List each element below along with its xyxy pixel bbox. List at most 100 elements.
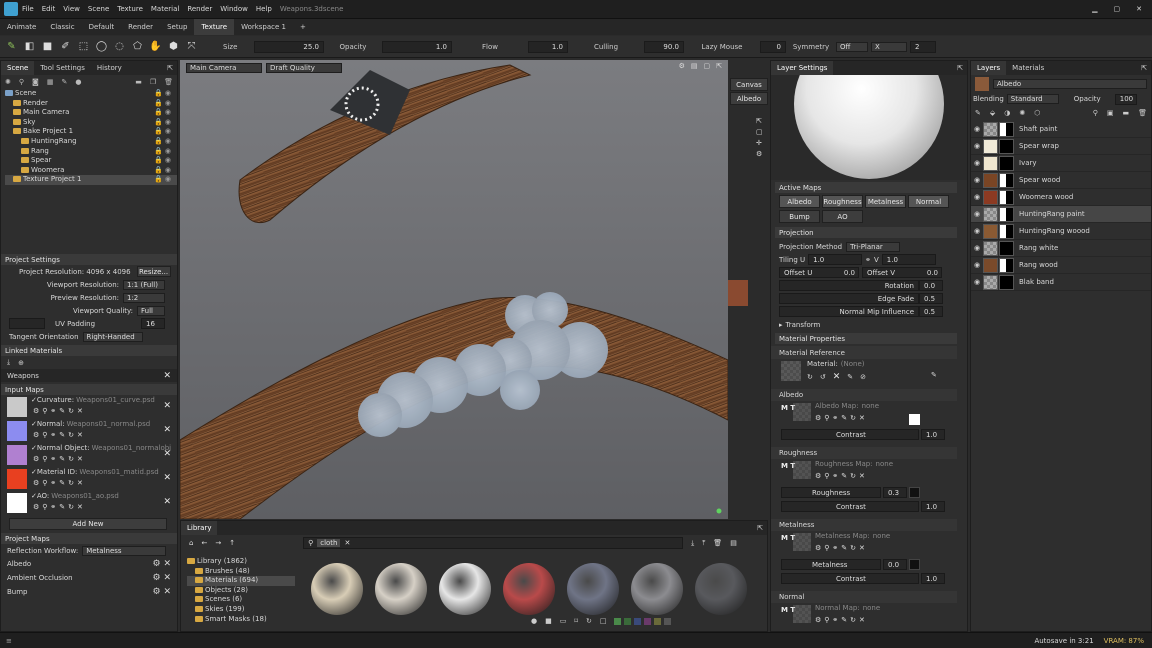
- workflow-dropdown[interactable]: Metalness: [82, 545, 167, 556]
- library-tree-item[interactable]: Objects (28): [187, 586, 295, 596]
- pan-hand-icon[interactable]: ✋: [148, 39, 163, 54]
- pin-icon[interactable]: ⚲: [19, 78, 24, 86]
- paint-brush-icon[interactable]: ✎: [4, 39, 19, 54]
- project-map-actions-icon[interactable]: ⚙ ✕: [153, 559, 171, 569]
- layer-mask-thumb[interactable]: [999, 257, 1014, 273]
- visibility-eye-icon[interactable]: ◉: [971, 142, 983, 150]
- input-map-actions[interactable]: ⚙⚲⚭✎↻✕: [33, 431, 86, 439]
- visibility-eye-icon[interactable]: ◉: [971, 193, 983, 201]
- clear-material-icon[interactable]: ✕: [833, 372, 841, 382]
- back-icon[interactable]: ←: [201, 539, 207, 547]
- adjust-layer-icon[interactable]: ◑: [1004, 109, 1010, 117]
- brush-layer-icon[interactable]: ✎: [975, 109, 981, 117]
- roughness-contrast-field[interactable]: 1.0: [921, 501, 945, 512]
- visibility-eye-icon[interactable]: 🔒 ◉: [154, 156, 171, 166]
- popout-library-icon[interactable]: ⇱: [757, 524, 763, 532]
- canvas-tab[interactable]: Canvas: [730, 78, 768, 91]
- library-tree-item[interactable]: Brushes (48): [187, 567, 295, 577]
- material-thumb[interactable]: [781, 361, 801, 381]
- filter-tag-icon[interactable]: ⌑: [574, 617, 578, 625]
- workspace-tab-render[interactable]: Render: [121, 19, 160, 35]
- map-bump-button[interactable]: Bump: [779, 210, 820, 223]
- rect-select-icon[interactable]: ⬚: [76, 39, 91, 54]
- albedo-contrast-field[interactable]: 1.0: [921, 429, 945, 440]
- filter-monitor-icon[interactable]: ▭: [560, 617, 567, 625]
- texture-preview-thumb[interactable]: [728, 280, 748, 306]
- light-icon[interactable]: ✺: [5, 78, 11, 86]
- popout-settings-icon[interactable]: ⇱: [957, 64, 963, 72]
- minimize-icon[interactable]: ▁: [1092, 5, 1097, 13]
- menu-material[interactable]: Material: [151, 5, 179, 13]
- albedo-tab[interactable]: Albedo: [730, 92, 768, 105]
- fill-icon[interactable]: ■: [40, 39, 55, 54]
- disable-icon[interactable]: ⊘: [860, 373, 866, 381]
- clear-search-icon[interactable]: ✕: [344, 539, 350, 547]
- popout-layers-icon[interactable]: ⇱: [1141, 64, 1147, 72]
- library-tab[interactable]: Library: [181, 521, 218, 535]
- library-material-item[interactable]: [439, 563, 491, 615]
- view-mode-icon[interactable]: ▤: [730, 539, 737, 547]
- sphere-icon[interactable]: ●: [75, 78, 81, 86]
- menu-texture[interactable]: Texture: [117, 5, 143, 13]
- delete-layer-icon[interactable]: 🗑: [1138, 109, 1147, 117]
- layer-mask-thumb[interactable]: [999, 206, 1014, 222]
- normal-map-actions[interactable]: ⚙⚲⚭✎↻✕: [815, 616, 868, 624]
- circle-select-icon[interactable]: ◯: [94, 39, 109, 54]
- layer-mask-thumb[interactable]: [999, 121, 1014, 137]
- home-icon[interactable]: ⌂: [189, 539, 193, 547]
- roughness-color-swatch[interactable]: [909, 487, 920, 498]
- visibility-eye-icon[interactable]: 🔒 ◉: [154, 108, 171, 118]
- link-icon[interactable]: ⤓: [7, 358, 10, 367]
- symmetry-count[interactable]: 2: [910, 40, 936, 53]
- map-normal-button[interactable]: Normal: [908, 195, 949, 208]
- menu-render[interactable]: Render: [187, 5, 212, 13]
- visibility-eye-icon[interactable]: 🔒 ◉: [154, 89, 171, 99]
- visibility-eye-icon[interactable]: 🔒 ◉: [154, 175, 171, 185]
- scene-tree-item[interactable]: Spear 🔒 ◉: [5, 156, 177, 166]
- workspace-tab-workspace-1[interactable]: Workspace 1: [234, 19, 293, 35]
- filter-layer-icon[interactable]: ✺: [1019, 109, 1025, 117]
- normal-map-thumb[interactable]: [793, 605, 811, 623]
- library-tree-item[interactable]: Scenes (6): [187, 595, 295, 605]
- viewport-quality-dropdown[interactable]: Full: [137, 305, 165, 316]
- maximize-icon[interactable]: ▢: [1114, 5, 1121, 13]
- symmetry-dropdown[interactable]: Off: [836, 41, 868, 52]
- layer-item[interactable]: ◉ Blak band: [971, 274, 1151, 291]
- input-map-actions[interactable]: ⚙⚲⚭✎↻✕: [33, 455, 86, 463]
- visibility-eye-icon[interactable]: 🔒 ◉: [154, 166, 171, 176]
- layer-mask-thumb[interactable]: [999, 155, 1014, 171]
- viewport[interactable]: Main Camera Draft Quality ⚙ ▤ ▢ ⇱: [180, 60, 728, 519]
- layer-mask-thumb[interactable]: [999, 189, 1014, 205]
- transform-icon[interactable]: ⤧: [184, 39, 199, 54]
- camera-dropdown[interactable]: Main Camera: [186, 63, 262, 73]
- visibility-eye-icon[interactable]: 🔒 ◉: [154, 127, 171, 137]
- scene-tree-item[interactable]: Bake Project 1 🔒 ◉: [5, 127, 177, 137]
- lazy-mouse-slider[interactable]: 0: [760, 40, 786, 53]
- input-map-thumb[interactable]: [7, 421, 27, 441]
- size-slider[interactable]: 25.0: [254, 40, 324, 53]
- remove-map-icon[interactable]: ✕: [163, 449, 171, 459]
- layer-mask-thumb[interactable]: [999, 138, 1014, 154]
- roughness-map-thumb[interactable]: [793, 461, 811, 479]
- visibility-eye-icon[interactable]: 🔒 ◉: [154, 137, 171, 147]
- filter-plane-icon[interactable]: ■: [545, 617, 552, 625]
- forward-icon[interactable]: →: [215, 539, 221, 547]
- albedo-map-thumb[interactable]: [793, 403, 811, 421]
- resize-button[interactable]: Resize...: [136, 266, 171, 277]
- camera-icon[interactable]: ◙: [32, 78, 39, 86]
- folder-layer-icon[interactable]: ▬: [1122, 109, 1129, 117]
- delete-icon[interactable]: 🗑: [164, 78, 173, 86]
- visibility-eye-icon[interactable]: ◉: [971, 125, 983, 133]
- menu-edit[interactable]: Edit: [42, 5, 56, 13]
- input-map-actions[interactable]: ⚙⚲⚭✎↻✕: [33, 479, 86, 487]
- export-icon[interactable]: ⤒: [702, 539, 705, 548]
- visibility-eye-icon[interactable]: 🔒 ◉: [154, 147, 171, 157]
- scene-tree-item[interactable]: Texture Project 1 🔒 ◉: [5, 175, 177, 185]
- roughness-value-field[interactable]: 0.3: [883, 487, 907, 498]
- filter-sphere-icon[interactable]: ●: [531, 617, 537, 625]
- eraser-icon[interactable]: ◧: [22, 39, 37, 54]
- mask-layer-icon[interactable]: ⬡: [1034, 109, 1040, 117]
- culling-slider[interactable]: 90.0: [644, 40, 684, 53]
- layer-mask-thumb[interactable]: [999, 223, 1014, 239]
- tab-scene[interactable]: Scene: [1, 61, 35, 75]
